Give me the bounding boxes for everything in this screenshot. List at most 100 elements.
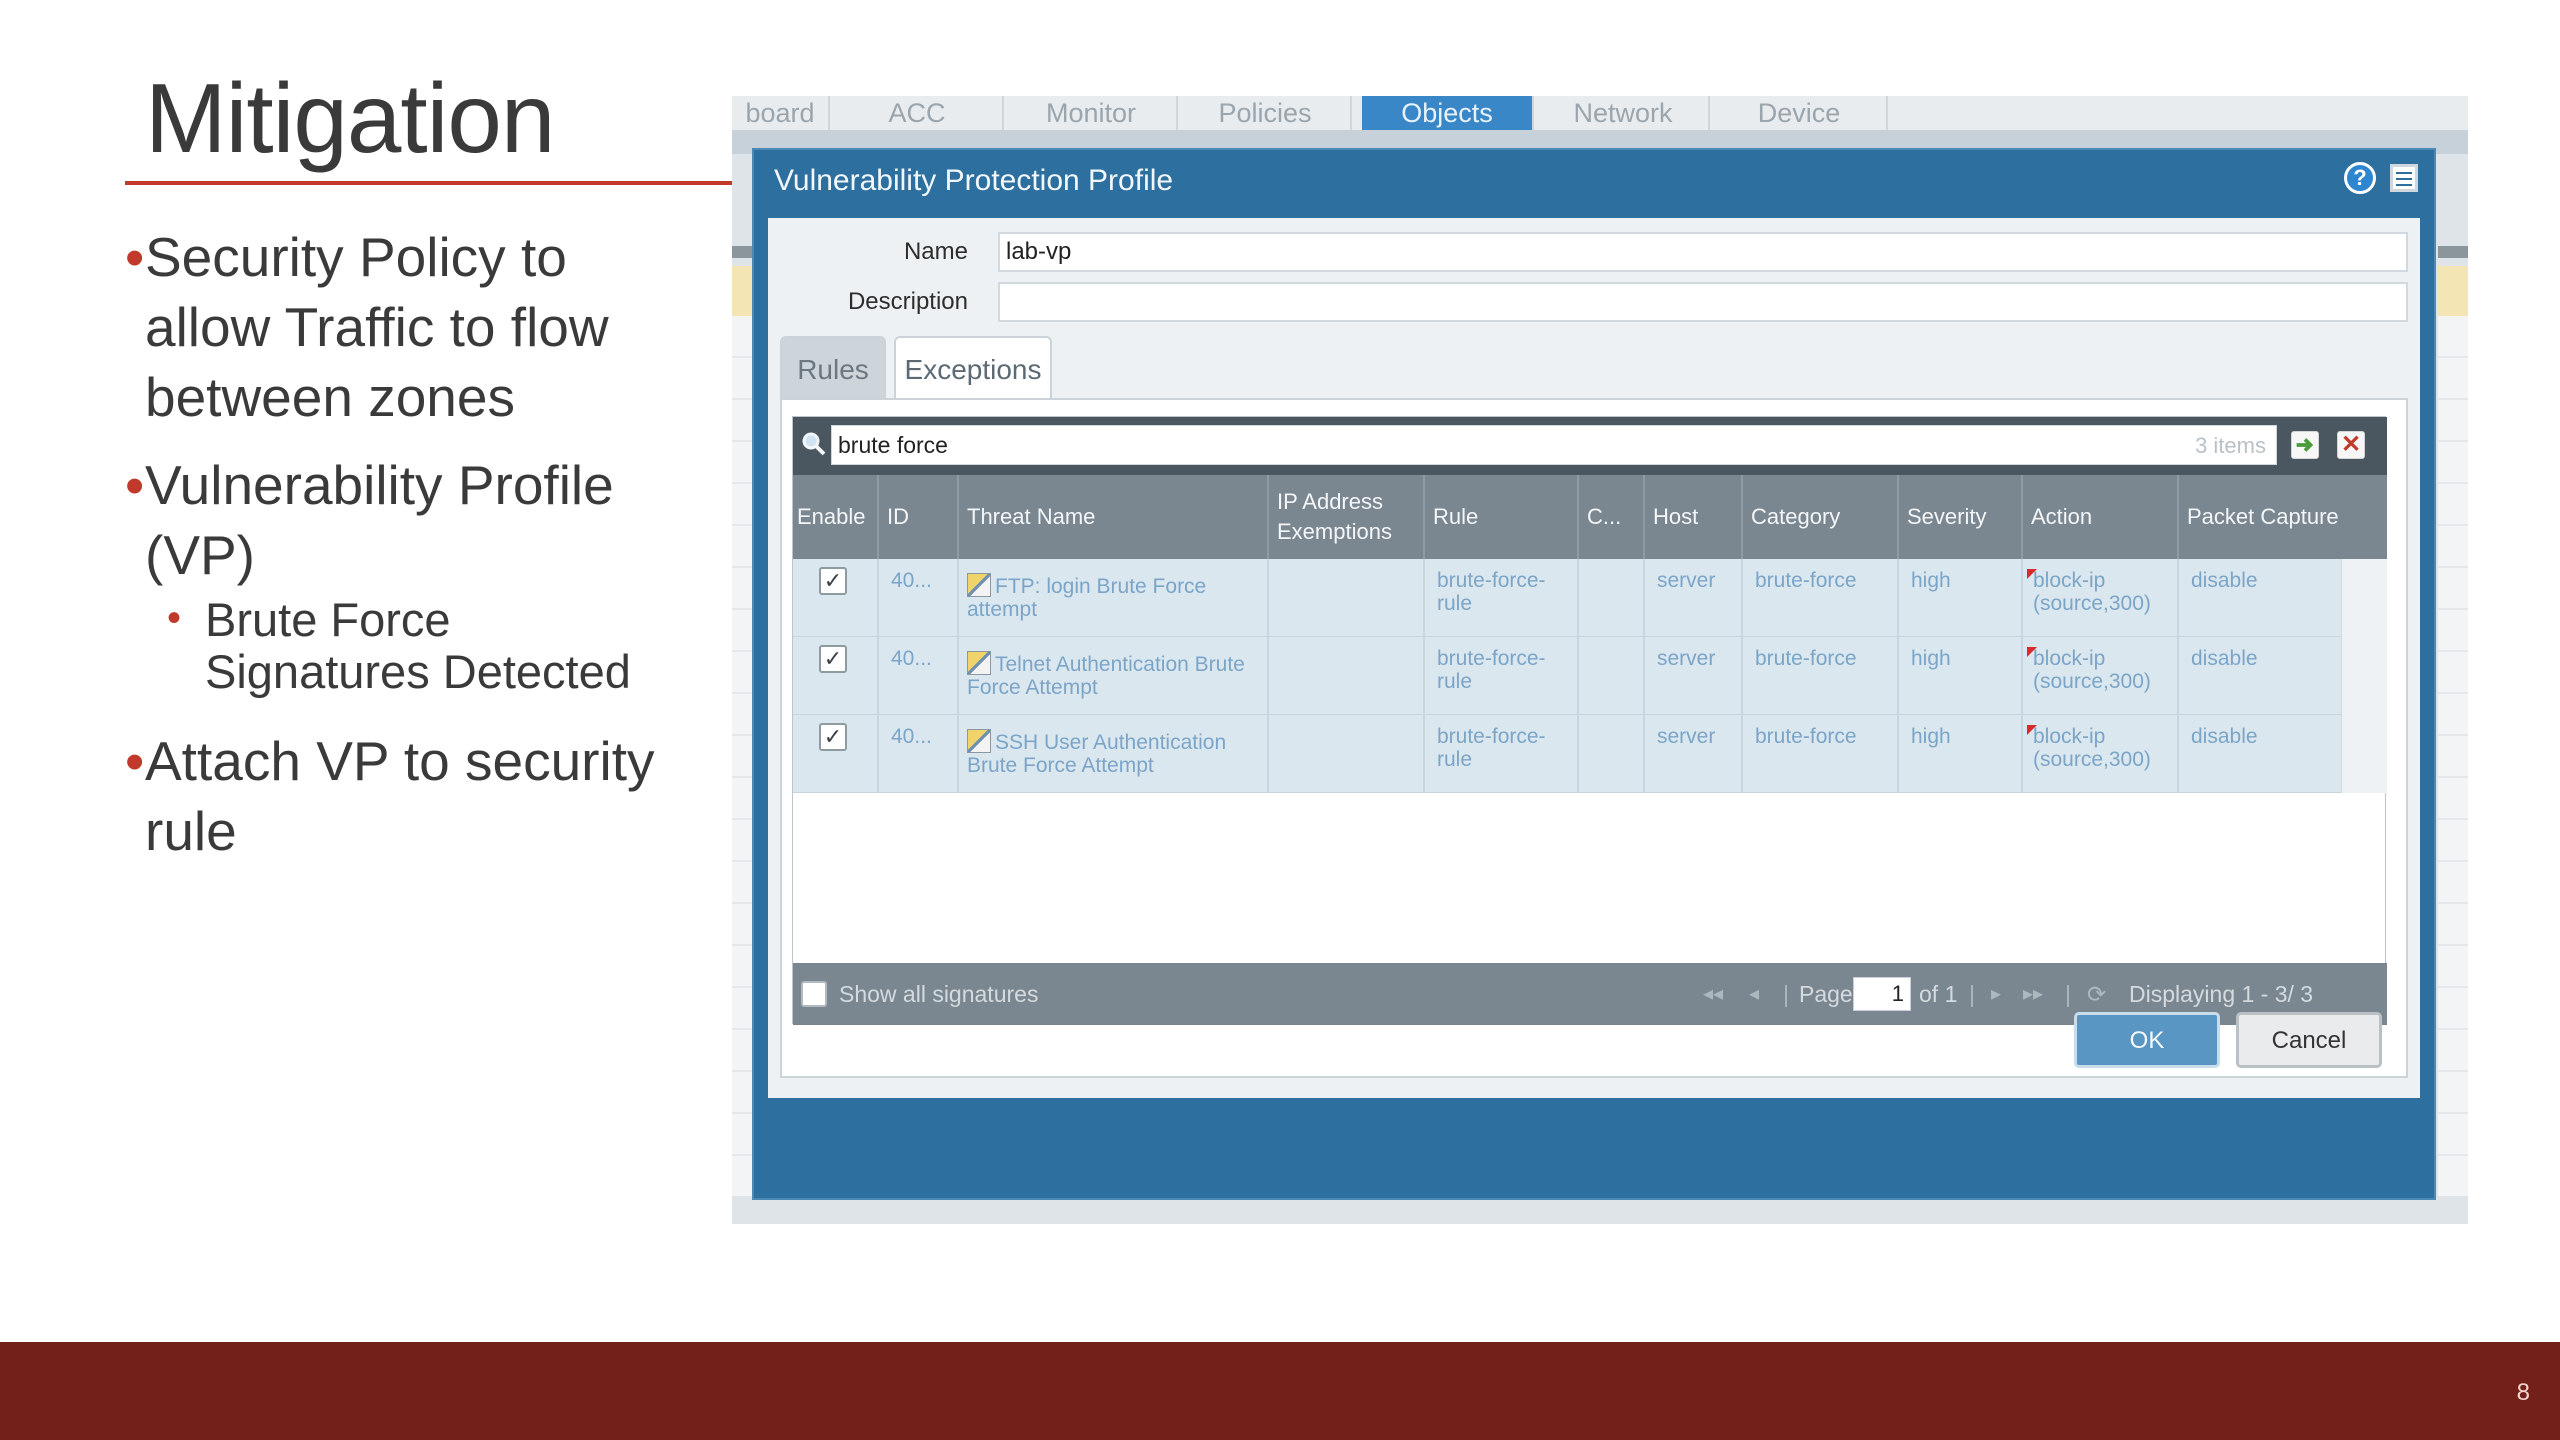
slide-number: 8 <box>2516 1379 2530 1406</box>
row-host: server <box>1657 725 1716 748</box>
col-divider <box>1897 637 1899 715</box>
maximize-icon[interactable] <box>2390 164 2418 192</box>
row-rule: brute-force-rule <box>1437 569 1546 615</box>
bullet-dot: • <box>125 730 145 792</box>
row-host: server <box>1657 569 1716 592</box>
enable-checkbox[interactable]: ✓ <box>819 723 847 751</box>
name-input[interactable]: lab-vp <box>998 232 2408 272</box>
nav-tab-network[interactable]: Network <box>1538 96 1710 130</box>
row-category: brute-force <box>1755 647 1857 670</box>
row-severity: high <box>1911 725 1951 748</box>
col-divider <box>1741 715 1743 793</box>
col-divider <box>1897 559 1899 637</box>
next-page-icon[interactable]: ▸ <box>1991 963 2001 1025</box>
dialog-body: Name lab-vp Description Rules Exceptions <box>768 218 2420 1098</box>
ok-button[interactable]: OK <box>2074 1012 2220 1068</box>
col-divider <box>2177 559 2179 637</box>
show-all-signatures-checkbox[interactable] <box>801 981 827 1007</box>
col-threat-name[interactable]: Threat Name <box>959 475 1269 559</box>
page-input[interactable]: 1 <box>1853 977 1911 1011</box>
row-threat-name[interactable]: FTP: login Brute Force attempt <box>959 573 1264 621</box>
modified-flag-icon <box>2027 569 2037 579</box>
col-divider <box>1897 715 1899 793</box>
row-rule: brute-force-rule <box>1437 647 1546 693</box>
col-divider <box>1267 715 1269 793</box>
bullet-item: • Attach VP to security rule <box>125 726 685 866</box>
col-divider <box>1643 715 1645 793</box>
cancel-button[interactable]: Cancel <box>2236 1012 2382 1068</box>
slide-title: Mitigation <box>145 63 555 173</box>
nav-tab-acc[interactable]: ACC <box>832 96 1004 130</box>
enable-checkbox[interactable]: ✓ <box>819 645 847 673</box>
row-threat-name[interactable]: Telnet Authentication Brute Force Attemp… <box>959 651 1264 699</box>
first-page-icon[interactable]: ◂◂ <box>1703 963 1723 1025</box>
col-host[interactable]: Host <box>1645 475 1743 559</box>
bullet-item: • Security Policy to allow Traffic to flo… <box>125 222 685 432</box>
col-rule[interactable]: Rule <box>1425 475 1579 559</box>
bullet-dot: • <box>125 226 145 288</box>
col-category[interactable]: Category <box>1743 475 1899 559</box>
bullet-dot: • <box>167 596 182 640</box>
bullet-dot: • <box>125 454 145 516</box>
nav-tab-objects[interactable]: Objects <box>1362 96 1534 130</box>
table-row[interactable]: ✓ 40... FTP: login Brute Force attempt b… <box>793 559 2341 637</box>
row-severity: high <box>1911 647 1951 670</box>
table-row[interactable]: ✓ 40... Telnet Authentication Brute Forc… <box>793 637 2341 715</box>
table-header: Enable ID Threat Name IP Address Exempti… <box>793 475 2387 559</box>
apply-filter-icon[interactable] <box>2291 431 2319 459</box>
description-input[interactable] <box>998 282 2408 322</box>
col-divider <box>1423 559 1425 637</box>
clear-filter-icon[interactable]: ✕ <box>2337 431 2365 459</box>
top-nav: board ACC Monitor Policies Objects Netwo… <box>732 96 2468 130</box>
bg-highlight <box>2438 266 2468 316</box>
col-action[interactable]: Action <box>2023 475 2179 559</box>
last-page-icon[interactable]: ▸▸ <box>2023 963 2043 1025</box>
edit-icon[interactable] <box>967 729 991 753</box>
row-id: 40... <box>891 725 932 748</box>
col-severity[interactable]: Severity <box>1899 475 2023 559</box>
edit-icon[interactable] <box>967 573 991 597</box>
help-icon[interactable]: ? <box>2344 162 2376 194</box>
dialog-title: Vulnerability Protection Profile <box>774 164 1174 197</box>
prev-page-icon[interactable]: ◂ <box>1749 963 1759 1025</box>
col-divider <box>877 715 879 793</box>
pager-divider: | <box>2065 981 2071 1007</box>
col-c[interactable]: C... <box>1579 475 1645 559</box>
row-severity: high <box>1911 569 1951 592</box>
col-divider <box>1741 637 1743 715</box>
col-id[interactable]: ID <box>879 475 959 559</box>
tab-exceptions[interactable]: Exceptions <box>894 336 1052 400</box>
bullet-item: • Vulnerability Profile (VP) <box>125 450 685 590</box>
col-divider <box>1577 559 1579 637</box>
nav-tab-dashboard[interactable]: board <box>732 96 830 130</box>
pager-divider: | <box>1969 981 1975 1007</box>
nav-tab-policies[interactable]: Policies <box>1180 96 1352 130</box>
col-packet-capture[interactable]: Packet Capture <box>2179 475 2387 559</box>
enable-checkbox[interactable]: ✓ <box>819 567 847 595</box>
col-divider <box>1423 637 1425 715</box>
search-bar: brute force 3 items ✕ <box>793 417 2387 475</box>
col-divider <box>1643 637 1645 715</box>
items-count: 3 items <box>2195 433 2266 458</box>
table-row[interactable]: ✓ 40... SSH User Authentication Brute Fo… <box>793 715 2341 793</box>
edit-icon[interactable] <box>967 651 991 675</box>
col-divider <box>2021 637 2023 715</box>
col-ip-exemptions[interactable]: IP Address Exemptions <box>1269 475 1425 559</box>
row-threat-name[interactable]: SSH User Authentication Brute Force Atte… <box>959 729 1264 777</box>
tab-rules[interactable]: Rules <box>780 336 886 400</box>
row-action: block-ip (source,300) <box>2025 725 2175 771</box>
search-input[interactable]: brute force 3 items <box>831 425 2277 465</box>
bg-rows <box>2438 316 2468 1196</box>
col-enable[interactable]: Enable <box>793 475 879 559</box>
bullet-list: • Security Policy to allow Traffic to flo… <box>125 222 685 884</box>
col-divider <box>1267 637 1269 715</box>
col-divider <box>1643 559 1645 637</box>
row-id: 40... <box>891 647 932 670</box>
nav-tab-monitor[interactable]: Monitor <box>1006 96 1178 130</box>
title-underline <box>125 181 735 185</box>
vertical-scrollbar[interactable] <box>2341 559 2387 793</box>
nav-tab-device[interactable]: Device <box>1712 96 1888 130</box>
col-divider <box>2177 715 2179 793</box>
show-all-signatures-label: Show all signatures <box>839 981 1039 1007</box>
modified-flag-icon <box>2027 647 2037 657</box>
